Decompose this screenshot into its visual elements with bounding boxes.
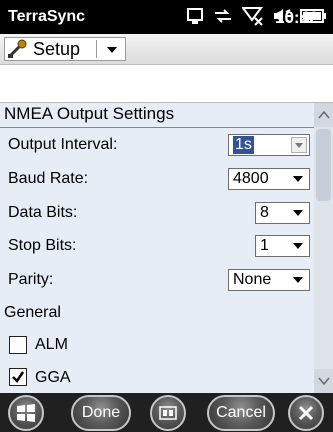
chevron-down-icon	[293, 210, 303, 216]
section-general: General	[4, 304, 61, 321]
parity-value: None	[233, 271, 272, 288]
output-interval-select[interactable]: 1s	[228, 134, 310, 156]
stop-bits-label: Stop Bits:	[8, 237, 77, 254]
chevron-down-icon[interactable]	[101, 41, 123, 59]
wrench-icon	[5, 38, 31, 60]
bottom-bar: Done Cancel	[0, 393, 333, 432]
alm-checkbox[interactable]	[9, 336, 27, 354]
no-signal-icon[interactable]	[241, 6, 264, 31]
section-selector[interactable]: Setup	[4, 37, 126, 61]
chevron-down-icon[interactable]	[314, 369, 333, 393]
settings-panel: NMEA Output Settings Output Interval: 1s…	[0, 103, 333, 393]
gga-label[interactable]: GGA	[35, 369, 71, 387]
scroll-thumb[interactable]	[316, 129, 331, 201]
toolbar: Setup	[0, 34, 333, 95]
cancel-button[interactable]: Cancel	[207, 395, 275, 431]
status-bar: TerraSync 10:42	[0, 0, 333, 34]
panel-title: NMEA Output Settings	[4, 104, 175, 123]
data-bits-value: 8	[260, 204, 269, 221]
baud-rate-label: Baud Rate:	[8, 170, 89, 187]
output-interval-label: Output Interval:	[8, 136, 118, 153]
data-bits-select[interactable]: 8	[255, 202, 310, 224]
divider	[96, 40, 97, 58]
close-icon[interactable]	[288, 395, 324, 431]
chevron-down-icon[interactable]	[291, 137, 307, 153]
output-interval-value: 1s	[233, 136, 254, 154]
baud-rate-select[interactable]: 4800	[228, 168, 310, 190]
title-divider	[0, 127, 314, 128]
message-area	[0, 65, 333, 103]
stop-bits-value: 1	[260, 237, 269, 254]
chevron-up-icon[interactable]	[314, 103, 333, 127]
done-button[interactable]: Done	[71, 395, 131, 431]
parity-select[interactable]: None	[228, 269, 310, 291]
section-label: Setup	[33, 38, 81, 59]
chevron-down-icon	[293, 277, 303, 283]
parity-label: Parity:	[8, 271, 54, 288]
alm-label[interactable]: ALM	[35, 336, 68, 354]
windows-icon[interactable]	[8, 395, 44, 431]
gga-checkbox[interactable]	[9, 368, 27, 386]
scrollbar[interactable]	[314, 103, 333, 393]
checkmark-icon	[12, 371, 25, 383]
clock[interactable]: 10:42	[275, 8, 318, 28]
data-bits-label: Data Bits:	[8, 204, 78, 221]
stop-bits-select[interactable]: 1	[255, 235, 310, 257]
activesync-icon[interactable]	[212, 7, 234, 30]
chevron-down-icon	[293, 243, 303, 249]
sync-icon[interactable]	[186, 7, 204, 30]
app-title[interactable]: TerraSync	[8, 8, 85, 26]
baud-rate-value: 4800	[233, 170, 269, 187]
chevron-down-icon	[293, 176, 303, 182]
keyboard-icon[interactable]	[150, 395, 186, 431]
